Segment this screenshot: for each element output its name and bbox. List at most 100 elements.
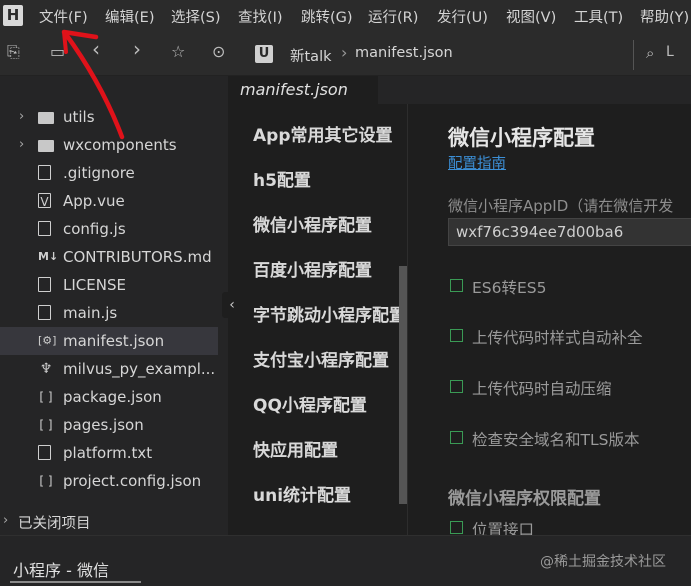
project-logo-icon: U [255, 45, 273, 63]
section-heading: 微信小程序配置 [448, 126, 595, 150]
json-icon: [ ] [39, 418, 53, 432]
js-file-icon [38, 221, 51, 236]
sidebar-item-label: wxcomponents [63, 136, 177, 154]
menu-publish[interactable]: 发行(U) [437, 6, 488, 27]
menu-edit[interactable]: 编辑(E) [105, 6, 154, 27]
config-guide-link[interactable]: 配置指南 [448, 152, 506, 173]
tab-bar: manifest.json [228, 76, 691, 104]
watermark: @稀土掘金技术社区 [540, 554, 666, 570]
sidebar-item-app-vue[interactable]: V App.vue [0, 187, 218, 215]
python-icon: ♆ [39, 361, 53, 377]
menu-help[interactable]: 帮助(Y) [640, 6, 689, 27]
closed-projects[interactable]: › 已关闭项目 [0, 508, 228, 535]
status-text[interactable]: 小程序 - 微信 [13, 557, 109, 581]
back-icon[interactable]: ‹ [92, 39, 100, 59]
sidebar-item-label: CONTRIBUTORS.md [63, 248, 212, 266]
breadcrumb-separator: › [341, 43, 348, 62]
chevron-right-icon[interactable]: › [3, 513, 8, 528]
sidebar-item-label: .gitignore [63, 164, 135, 182]
file-icon [38, 277, 51, 292]
sidebar-item-label: main.js [63, 304, 118, 322]
nav-scrollbar[interactable] [399, 266, 407, 504]
sidebar-item-contributors[interactable]: M↓ CONTRIBUTORS.md [0, 243, 218, 271]
nav-baidu[interactable]: 百度小程序配置 [253, 256, 372, 281]
nav-app-other[interactable]: App常用其它设置 [253, 121, 393, 146]
sidebar-item-config-js[interactable]: config.js [0, 215, 218, 243]
sidebar-item-gitignore[interactable]: .gitignore [0, 159, 218, 187]
search-label[interactable]: L [666, 44, 674, 60]
menu-run[interactable]: 运行(R) [368, 6, 418, 27]
checkbox-box[interactable] [450, 380, 463, 393]
settings-file-icon: [⚙] [38, 334, 57, 347]
file-icon [38, 445, 51, 460]
chevron-right-icon[interactable]: › [19, 109, 24, 124]
nav-weixin[interactable]: 微信小程序配置 [253, 211, 372, 236]
sidebar-item-package-json[interactable]: [ ] package.json [0, 383, 218, 411]
checkbox-label: 上传代码时自动压缩 [472, 380, 612, 398]
run-icon[interactable]: ⊙ [212, 44, 225, 60]
sidebar-item-milvus[interactable]: ♆ milvus_py_exampl... [0, 355, 218, 383]
nav-quickapp[interactable]: 快应用配置 [253, 436, 338, 461]
file-icon[interactable]: ▭ [50, 44, 65, 60]
file-icon [38, 165, 51, 180]
save-icon[interactable]: ⎘ [7, 44, 20, 60]
permissions-heading: 微信小程序权限配置 [448, 489, 601, 509]
sidebar-item-label: milvus_py_exampl... [63, 360, 216, 378]
sidebar-item-pages-json[interactable]: [ ] pages.json [0, 411, 218, 439]
nav-uni-stat[interactable]: uni统计配置 [253, 481, 351, 506]
sidebar-item-license[interactable]: LICENSE [0, 271, 218, 299]
markdown-icon: M↓ [38, 250, 59, 263]
menu-view[interactable]: 视图(V) [506, 6, 556, 27]
breadcrumb-file[interactable]: manifest.json [355, 45, 453, 61]
sidebar-item-label: platform.txt [63, 444, 153, 462]
appid-input[interactable] [448, 218, 691, 246]
menu-file[interactable]: 文件(F) [39, 6, 88, 27]
sidebar-item-wxcomponents[interactable]: › wxcomponents [0, 131, 218, 159]
sidebar-item-label: manifest.json [63, 332, 165, 350]
appid-label: 微信小程序AppID（请在微信开发 [448, 197, 674, 215]
breadcrumb-project[interactable]: 新talk [290, 45, 332, 66]
tab-manifest-json[interactable]: manifest.json [228, 76, 378, 104]
nav-bytedance[interactable]: 字节跳动小程序配置 [253, 301, 406, 326]
collapse-sidebar-button[interactable]: ‹ [222, 292, 242, 318]
json-icon: [ ] [39, 390, 53, 404]
sidebar-item-project-config[interactable]: [ ] project.config.json [0, 467, 218, 495]
sidebar-item-manifest-json[interactable]: [⚙] manifest.json [0, 327, 218, 355]
checkbox-box[interactable] [450, 329, 463, 342]
nav-h5[interactable]: h5配置 [253, 166, 311, 191]
checkbox-box[interactable] [450, 431, 463, 444]
chevron-right-icon[interactable]: › [19, 137, 24, 152]
tab-label: manifest.json [240, 80, 348, 99]
menu-find[interactable]: 查找(I) [238, 6, 283, 27]
sidebar-item-label: package.json [63, 388, 162, 406]
sidebar-item-label: utils [63, 108, 95, 126]
checkbox-box[interactable] [450, 521, 463, 534]
json-icon: [ ] [39, 474, 53, 488]
menu-tools[interactable]: 工具(T) [574, 6, 623, 27]
sidebar-item-label: LICENSE [63, 276, 126, 294]
sidebar-item-platform-txt[interactable]: platform.txt [0, 439, 218, 467]
status-bar: 小程序 - 微信 @稀土掘金技术社区 [0, 535, 691, 586]
nav-qq[interactable]: QQ小程序配置 [253, 391, 367, 416]
checkbox-box[interactable] [450, 279, 463, 292]
folder-icon [38, 112, 54, 124]
vue-icon: V [38, 193, 51, 209]
status-underline [10, 581, 141, 583]
breadcrumb: U 新talk › manifest.json [250, 40, 634, 70]
project-explorer: › utils › wxcomponents .gitignore V App.… [0, 100, 228, 510]
sidebar-item-main-js[interactable]: main.js [0, 299, 218, 327]
folder-icon [38, 140, 54, 152]
weixin-config-panel: 微信小程序配置 配置指南 微信小程序AppID（请在微信开发 ES6转ES5 上… [408, 104, 691, 535]
sidebar-item-label: App.vue [63, 192, 125, 210]
menu-select[interactable]: 选择(S) [171, 6, 221, 27]
forward-icon[interactable]: › [133, 39, 141, 59]
menu-goto[interactable]: 跳转(G) [301, 6, 353, 27]
sidebar-item-label: pages.json [63, 416, 144, 434]
star-icon[interactable]: ☆ [171, 44, 185, 60]
nav-alipay[interactable]: 支付宝小程序配置 [253, 346, 389, 371]
checkbox-label: 检查安全域名和TLS版本 [472, 431, 640, 449]
sidebar-item-label: project.config.json [63, 472, 202, 490]
manifest-editor: App常用其它设置 h5配置 微信小程序配置 百度小程序配置 字节跳动小程序配置… [228, 104, 691, 535]
search-icon[interactable]: ⌕ [646, 44, 654, 62]
sidebar-item-utils[interactable]: › utils [0, 103, 218, 131]
